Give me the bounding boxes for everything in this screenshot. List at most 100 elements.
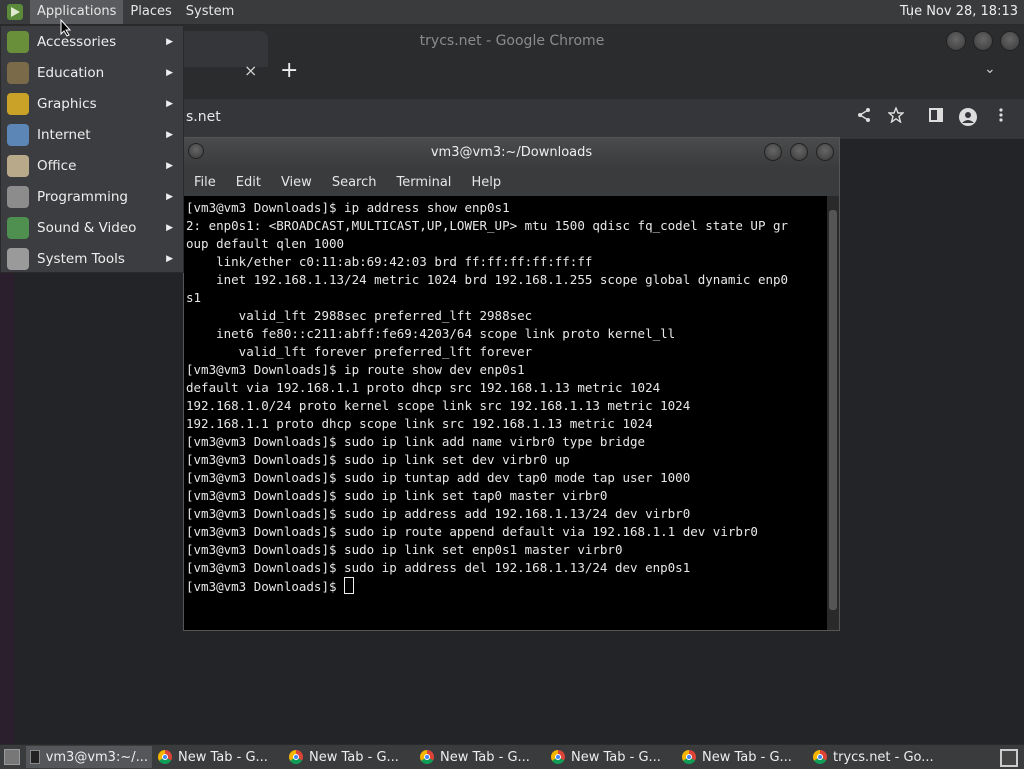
minimize-button[interactable] (946, 31, 966, 51)
omnibox[interactable]: s.net (186, 109, 221, 125)
terminal-prompt-line: [vm3@vm3 Downloads]$ (186, 577, 824, 596)
submenu-arrow-icon: ▶ (166, 36, 173, 47)
tab-search-icon[interactable]: ⌄ (984, 61, 996, 77)
taskbar-button[interactable]: New Tab - G... (416, 746, 545, 768)
scrollbar-thumb[interactable] (829, 210, 837, 610)
terminal-line: 192.168.1.1 proto dhcp scope link src 19… (186, 416, 653, 431)
terminal-line: 192.168.1.0/24 proto kernel scope link s… (186, 398, 691, 413)
terminal-line: [vm3@vm3 Downloads]$ sudo ip tuntap add … (186, 470, 691, 485)
more-menu-icon[interactable] (996, 107, 1006, 123)
terminal-line: valid_lft forever preferred_lft forever (186, 344, 533, 359)
places-menu-button[interactable]: Places (123, 0, 178, 24)
text-cursor (344, 577, 355, 594)
submenu-arrow-icon: ▶ (166, 253, 173, 264)
taskbar-button[interactable]: New Tab - G... (547, 746, 676, 768)
menu-item-label: System Tools (37, 250, 125, 267)
mate-logo-icon[interactable] (6, 3, 24, 21)
menu-item-office[interactable]: Office ▶ (1, 150, 183, 181)
submenu-arrow-icon: ▶ (166, 98, 173, 109)
bookmark-star-icon[interactable] (888, 107, 904, 123)
maximize-button[interactable] (973, 31, 993, 51)
side-panel-icon[interactable] (928, 107, 944, 123)
menu-search[interactable]: Search (322, 175, 387, 190)
taskbar-button-label: vm3@vm3:~/... (45, 749, 148, 765)
terminal-line: inet6 fe80::c211:abff:fe69:4203/64 scope… (186, 326, 676, 341)
terminal-close-button[interactable] (816, 143, 834, 161)
terminal-title-bar[interactable]: vm3@vm3:~/Downloads (184, 138, 839, 168)
terminal-line: [vm3@vm3 Downloads]$ sudo ip route appen… (186, 524, 758, 539)
menu-view[interactable]: View (271, 175, 322, 190)
applications-menu: Accessories ▶ Education ▶ Graphics ▶ Internet ▶… (0, 25, 184, 273)
taskbar-button-label: New Tab - G... (571, 749, 661, 765)
terminal-line: [vm3@vm3 Downloads]$ sudo ip address add… (186, 506, 691, 521)
tab-close-icon[interactable]: × (244, 61, 257, 80)
menu-item-system-tools[interactable]: System Tools ▶ (1, 243, 183, 274)
taskbar-button[interactable]: trycs.net - Go... (809, 746, 938, 768)
menu-help[interactable]: Help (461, 175, 511, 190)
chrome-icon (551, 750, 565, 764)
profile-icon[interactable] (958, 107, 978, 127)
taskbar-button-label: New Tab - G... (440, 749, 530, 765)
workspace-switcher-icon[interactable] (1000, 749, 1018, 767)
menu-item-internet[interactable]: Internet ▶ (1, 119, 183, 150)
close-window-button[interactable] (1000, 31, 1020, 51)
menu-item-label: Sound & Video (37, 219, 137, 236)
menu-item-label: Graphics (37, 95, 97, 112)
programming-icon (7, 185, 29, 208)
terminal-output[interactable]: [vm3@vm3 Downloads]$ ip address show enp… (184, 196, 826, 630)
menu-item-graphics[interactable]: Graphics ▶ (1, 88, 183, 119)
new-tab-button[interactable]: + (280, 58, 298, 83)
chrome-icon (158, 750, 172, 764)
terminal-line: 2: enp0s1: <BROADCAST,MULTICAST,UP,LOWER… (186, 218, 789, 233)
submenu-arrow-icon: ▶ (166, 67, 173, 78)
terminal-minimize-button[interactable] (764, 143, 782, 161)
taskbar-button-label: New Tab - G... (702, 749, 792, 765)
show-desktop-icon[interactable] (4, 749, 20, 765)
menu-item-sound-video[interactable]: Sound & Video ▶ (1, 212, 183, 243)
terminal-line: inet 192.168.1.13/24 metric 1024 brd 192… (186, 272, 789, 287)
submenu-arrow-icon: ▶ (166, 222, 173, 233)
terminal-line: oup default qlen 1000 (186, 236, 345, 251)
terminal-menu-button[interactable] (188, 143, 204, 159)
chrome-icon (420, 750, 434, 764)
education-icon (7, 61, 29, 84)
share-icon[interactable] (856, 107, 872, 123)
terminal-scrollbar[interactable] (827, 196, 839, 630)
terminal-line: [vm3@vm3 Downloads]$ ip route show dev e… (186, 362, 525, 377)
menu-item-label: Education (37, 64, 105, 81)
menu-edit[interactable]: Edit (226, 175, 271, 190)
terminal-line: [vm3@vm3 Downloads]$ sudo ip link add na… (186, 434, 646, 449)
applications-menu-button[interactable]: Applications (30, 0, 124, 24)
terminal-line: default via 192.168.1.1 proto dhcp src 1… (186, 380, 661, 395)
menu-item-label: Office (37, 157, 77, 174)
bottom-panel: vm3@vm3:~/... New Tab - G... New Tab - G..… (0, 744, 1024, 769)
terminal-line: valid_lft 2988sec preferred_lft 2988sec (186, 308, 533, 323)
terminal-prompt: [vm3@vm3 Downloads]$ (186, 579, 345, 594)
menu-item-label: Internet (37, 126, 91, 143)
window-list: vm3@vm3:~/... New Tab - G... New Tab - G..… (26, 746, 940, 768)
terminal-menubar: File Edit View Search Terminal Help (184, 168, 839, 196)
chrome-icon (289, 750, 303, 764)
submenu-arrow-icon: ▶ (166, 129, 173, 140)
menu-terminal[interactable]: Terminal (386, 175, 461, 190)
taskbar-button[interactable]: vm3@vm3:~/... (26, 746, 152, 768)
clock[interactable]: Tue Nov 28, 18:13 (900, 0, 1018, 24)
system-menu-button[interactable]: System (179, 0, 241, 24)
internet-icon (7, 123, 29, 146)
taskbar-button-label: New Tab - G... (178, 749, 268, 765)
menu-item-education[interactable]: Education ▶ (1, 57, 183, 88)
terminal-line: [vm3@vm3 Downloads]$ sudo ip link set en… (186, 542, 623, 557)
menu-file[interactable]: File (184, 175, 226, 190)
terminal-line: [vm3@vm3 Downloads]$ sudo ip link set ta… (186, 488, 608, 503)
submenu-arrow-icon: ▶ (166, 191, 173, 202)
submenu-arrow-icon: ▶ (166, 160, 173, 171)
menu-item-programming[interactable]: Programming ▶ (1, 181, 183, 212)
taskbar-button[interactable]: New Tab - G... (285, 746, 414, 768)
terminal-maximize-button[interactable] (790, 143, 808, 161)
menu-item-accessories[interactable]: Accessories ▶ (1, 26, 183, 57)
menu-item-label: Accessories (37, 33, 117, 50)
taskbar-button[interactable]: New Tab - G... (678, 746, 807, 768)
taskbar-button[interactable]: New Tab - G... (154, 746, 283, 768)
taskbar-button-label: trycs.net - Go... (833, 749, 934, 765)
accessories-icon (7, 30, 29, 53)
